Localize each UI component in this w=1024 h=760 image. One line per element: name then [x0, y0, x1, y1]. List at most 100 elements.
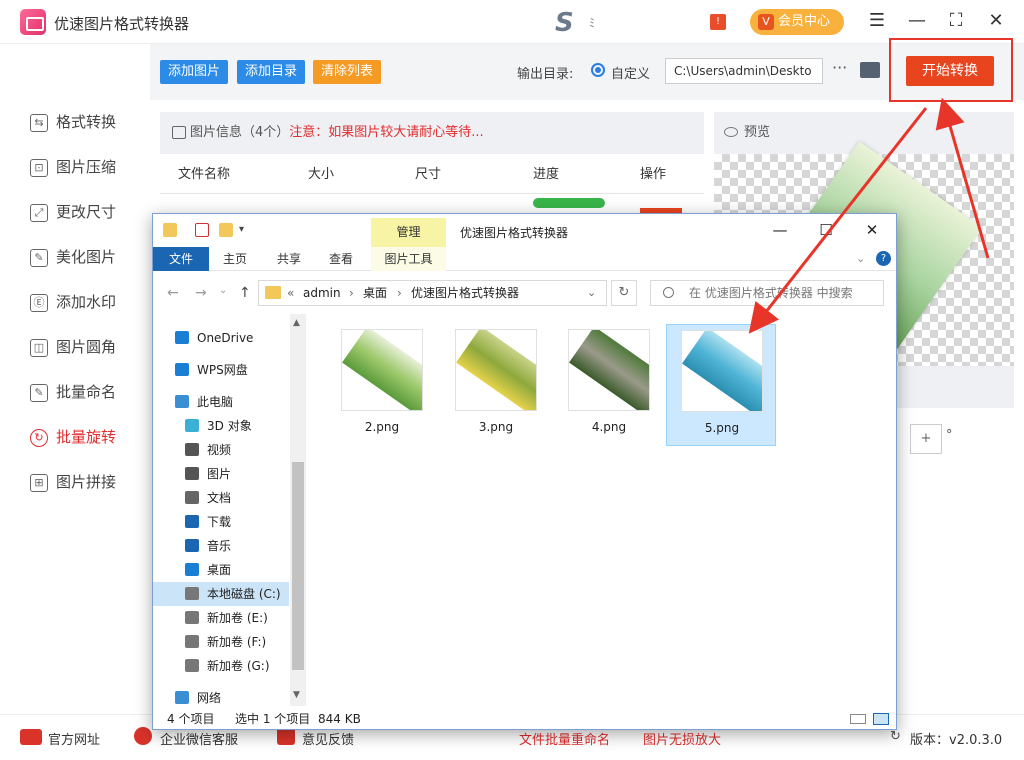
start-button-highlight — [889, 38, 1013, 102]
refresh-button[interactable]: ↻ — [611, 280, 637, 306]
scroll-thumb[interactable] — [292, 462, 304, 670]
file-item[interactable]: 3.png — [441, 324, 551, 446]
sidebar-item[interactable]: ◫ 图片圆角 — [0, 325, 150, 370]
output-dir-label: 输出目录: — [517, 67, 574, 82]
desktop-icon — [185, 563, 199, 576]
breadcrumb-overflow[interactable]: « — [287, 281, 294, 305]
feedback-link[interactable]: 意见反馈 — [302, 729, 354, 748]
sidebar-item[interactable]: Ⓔ 添加水印 — [0, 280, 150, 325]
lossless-enlarge-link[interactable]: 图片无损放大 — [643, 729, 721, 748]
nav-item[interactable]: 3D 对象 — [153, 414, 289, 438]
nav-item[interactable]: WPS网盘 — [153, 358, 289, 382]
nav-item[interactable]: 文档 — [153, 486, 289, 510]
breadcrumb-admin[interactable]: admin — [303, 281, 341, 305]
address-dropdown-icon[interactable]: ⌄ — [587, 281, 596, 305]
nav-item[interactable]: 新加卷 (E:) — [153, 606, 289, 630]
tab-share[interactable]: 共享 — [263, 247, 315, 271]
explorer-close-icon[interactable]: ✕ — [862, 221, 882, 239]
up-icon[interactable]: ↑ — [239, 285, 251, 301]
sidebar-item[interactable]: ✎ 批量命名 — [0, 370, 150, 415]
sidebar-item[interactable]: ↻ 批量旋转 — [0, 415, 150, 460]
recent-dropdown-icon[interactable]: ⌄ — [219, 285, 227, 296]
nav-item[interactable]: 此电脑 — [153, 390, 289, 414]
add-image-button[interactable]: 添加图片 — [160, 60, 229, 84]
sidebar-item[interactable]: ⊞ 图片拼接 — [0, 460, 150, 505]
forward-icon[interactable]: → — [195, 285, 207, 301]
wechat-service-link[interactable]: 企业微信客服 — [160, 729, 238, 748]
folder-icon[interactable] — [860, 62, 880, 78]
output-path-input[interactable]: C:\Users\admin\Deskto — [665, 58, 823, 84]
rotate-increment-button[interactable]: + — [910, 424, 942, 454]
tab-home[interactable]: 主页 — [209, 247, 261, 271]
nav-item[interactable]: 下载 — [153, 510, 289, 534]
drive-icon — [185, 587, 199, 600]
sidebar-item[interactable]: ✎ 美化图片 — [0, 235, 150, 280]
close-icon[interactable]: ✕ — [984, 10, 1008, 31]
breadcrumb-current[interactable]: 优速图片格式转换器 — [411, 281, 519, 305]
brand-s-icon: S — [555, 8, 574, 38]
nav-item-label: WPS网盘 — [197, 363, 248, 377]
explorer-minimize-icon[interactable]: — — [770, 221, 790, 239]
nav-item[interactable]: 本地磁盘 (C:) — [153, 582, 289, 606]
file-item[interactable]: 5.png — [666, 324, 776, 446]
computer-icon — [175, 395, 189, 408]
nav-item[interactable]: 图片 — [153, 462, 289, 486]
sidebar-item[interactable]: ⇆ 格式转换 — [0, 100, 150, 145]
vip-center-button[interactable]: V 会员中心 — [750, 9, 844, 35]
nav-item[interactable]: 新加卷 (G:) — [153, 654, 289, 678]
custom-radio[interactable] — [591, 63, 605, 77]
image-preview — [682, 331, 762, 411]
brand-mark-icon: ﾐ — [589, 16, 596, 30]
nav-item[interactable]: 新加卷 (F:) — [153, 630, 289, 654]
tab-picture-tools[interactable]: 图片工具 — [371, 247, 446, 271]
scroll-down-icon[interactable]: ▼ — [293, 690, 300, 700]
download-icon — [185, 515, 199, 528]
clear-list-button[interactable]: 清除列表 — [313, 60, 382, 84]
details-view-icon[interactable] — [850, 714, 866, 724]
file-item[interactable]: 4.png — [554, 324, 664, 446]
sidebar: ⇆ 格式转换 ⊡ 图片压缩 ⤢ 更改尺寸 ✎ 美化图片 Ⓔ 添加水印 ◫ 图片圆角 ✎ 批量命名 ↻ 批量旋转… — [0, 100, 150, 505]
website-link[interactable]: 官方网址 — [48, 729, 100, 748]
nav-item[interactable]: OneDrive — [153, 326, 289, 350]
nav-item[interactable]: 视频 — [153, 438, 289, 462]
nav-item[interactable]: 桌面 — [153, 558, 289, 582]
sidebar-item[interactable]: ⤢ 更改尺寸 — [0, 190, 150, 235]
add-directory-button[interactable]: 添加目录 — [237, 60, 306, 84]
ribbon-expand-icon[interactable]: ⌄ — [856, 252, 865, 265]
maximize-icon[interactable]: ⛶ — [944, 10, 968, 31]
thumbnail-view-icon[interactable] — [873, 713, 889, 725]
nav-item[interactable]: 音乐 — [153, 534, 289, 558]
warning-text: 注意：如果图片较大请耐心等待... — [289, 125, 484, 140]
custom-radio-label[interactable]: 自定义 — [611, 63, 650, 82]
nav-item-label: 3D 对象 — [207, 419, 252, 433]
breadcrumb-desktop[interactable]: 桌面 — [363, 281, 387, 305]
refresh-icon[interactable]: ↻ — [890, 729, 901, 744]
search-input[interactable]: 在 优速图片格式转换器 中搜索 — [650, 280, 884, 306]
new-folder-icon[interactable] — [219, 223, 233, 237]
nav-item[interactable]: 网络 — [153, 686, 289, 710]
nav-scrollbar[interactable]: ▲ ▼ — [290, 314, 306, 706]
nav-item-label: 下载 — [207, 515, 232, 529]
tab-file[interactable]: 文件 — [153, 247, 209, 271]
notification-badge[interactable]: ! — [710, 14, 726, 30]
tab-view[interactable]: 查看 — [315, 247, 367, 271]
scroll-up-icon[interactable]: ▲ — [293, 318, 300, 328]
quick-access-dropdown-icon[interactable]: ▾ — [239, 223, 253, 237]
more-options-button[interactable]: ··· — [832, 58, 847, 77]
back-icon[interactable]: ← — [167, 285, 179, 301]
batch-rename-link[interactable]: 文件批量重命名 — [519, 729, 610, 748]
app-title: 优速图片格式转换器 — [54, 15, 190, 33]
help-icon[interactable]: ? — [876, 251, 891, 266]
properties-icon[interactable] — [195, 223, 209, 237]
file-item[interactable]: 2.png — [327, 324, 437, 446]
status-bar: 4 个项目 选中 1 个项目 844 KB — [153, 708, 896, 730]
wechat-icon — [134, 727, 152, 745]
address-bar[interactable]: « admin › 桌面 › 优速图片格式转换器 ⌄ — [258, 280, 607, 306]
sidebar-item[interactable]: ⊡ 图片压缩 — [0, 145, 150, 190]
explorer-maximize-icon[interactable]: ☐ — [816, 221, 836, 239]
minimize-icon[interactable]: — — [905, 10, 929, 31]
vip-icon: V — [758, 14, 774, 30]
menu-icon[interactable]: ☰ — [865, 10, 889, 31]
manage-tab[interactable]: 管理 — [371, 218, 446, 247]
swap-icon: ⇆ — [30, 114, 48, 132]
